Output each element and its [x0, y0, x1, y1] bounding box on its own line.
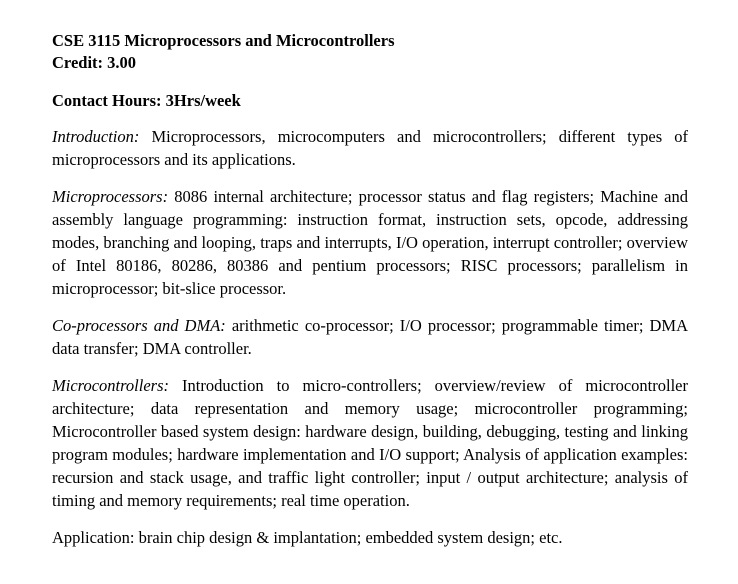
section-microprocessors: Microprocessors: 8086 internal architect… — [52, 185, 688, 300]
section-microcontrollers: Microcontrollers: Introduction to micro-… — [52, 374, 688, 512]
contact-hours: Contact Hours: 3Hrs/week — [52, 91, 241, 110]
course-document: CSE 3115 Microprocessors and Microcontro… — [52, 30, 688, 549]
section-application-body: Application: brain chip design & implant… — [52, 528, 563, 547]
section-coprocessors-dma: Co-processors and DMA: arithmetic co-pro… — [52, 314, 688, 360]
course-credit: Credit: 3.00 — [52, 53, 137, 72]
section-introduction: Introduction: Microprocessors, microcomp… — [52, 125, 688, 171]
section-microcontrollers-body: Introduction to micro-controllers; overv… — [52, 376, 688, 510]
section-introduction-body: Microprocessors, microcomputers and micr… — [52, 127, 688, 169]
section-application: Application: brain chip design & implant… — [52, 526, 688, 549]
section-microprocessors-lead: Microprocessors: — [52, 187, 169, 206]
section-introduction-lead: Introduction: — [52, 127, 140, 146]
section-coprocessors-dma-lead: Co-processors and DMA: — [52, 316, 226, 335]
section-microcontrollers-lead: Microcontrollers: — [52, 376, 170, 395]
course-title: CSE 3115 Microprocessors and Microcontro… — [52, 31, 395, 50]
